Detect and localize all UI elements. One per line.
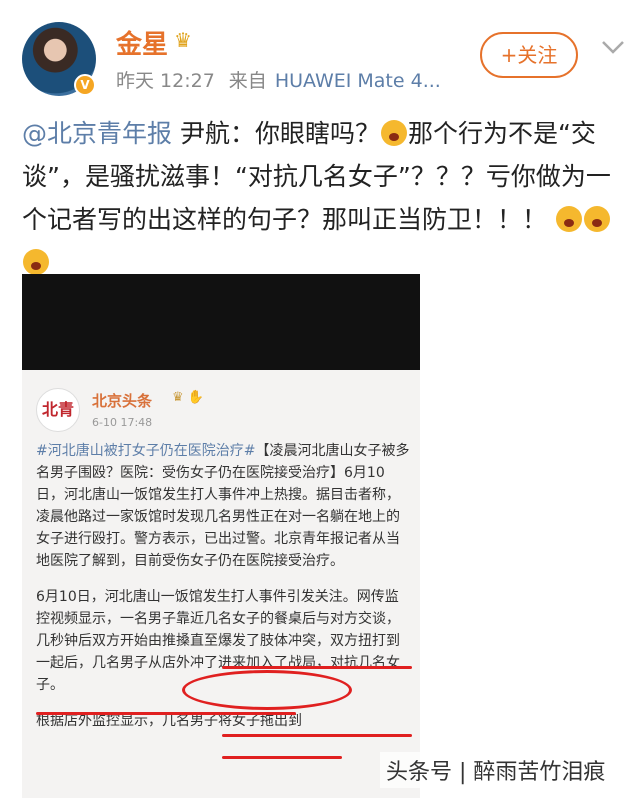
from-label: 来自 <box>228 70 267 92</box>
post-image[interactable]: 北青 北京头条 ♛ ✋ 6-10 17:48 #河北唐山被打女子仍在医院治疗#【… <box>22 274 420 798</box>
username[interactable]: 金星 <box>116 24 168 61</box>
red-underline-mark <box>36 712 296 715</box>
embedded-badges-icon: ♛ ✋ <box>172 390 204 405</box>
device-link[interactable]: HUAWEI Mate 4... <box>275 70 441 92</box>
red-circle-mark <box>182 670 352 710</box>
chevron-down-icon[interactable] <box>600 34 626 60</box>
redacted-bar <box>22 274 420 370</box>
embedded-time: 6-10 17:48 <box>92 416 153 429</box>
embedded-screenshot: 北青 北京头条 ♛ ✋ 6-10 17:48 #河北唐山被打女子仍在医院治疗#【… <box>22 370 420 798</box>
verified-badge-icon: V <box>74 74 96 96</box>
watermark: 头条号 | 醉雨苦竹泪痕 <box>380 752 612 788</box>
crown-icon: ♛ <box>174 28 192 52</box>
red-underline-mark <box>222 734 412 737</box>
post-header: V 金星 ♛ 昨天 12:27 来自 HUAWEI Mate 4... +关注 <box>0 0 640 110</box>
post-time: 昨天 12:27 <box>116 70 215 92</box>
mention-link[interactable]: @北京青年报 <box>22 119 172 148</box>
post-body: @北京青年报 尹航：你眼瞎吗？ 那个行为不是“交谈”，是骚扰滋事！“对抗几名女子”… <box>22 112 618 284</box>
angry-emoji-icon <box>555 206 582 232</box>
red-underline-mark <box>222 666 412 669</box>
post-meta: 昨天 12:27 来自 HUAWEI Mate 4... <box>116 66 441 93</box>
angry-emoji-icon <box>380 120 407 146</box>
red-underline-mark <box>222 756 342 759</box>
angry-emoji-icon <box>583 206 610 232</box>
embedded-name: 北京头条 <box>92 392 153 410</box>
embedded-para1: 【凌晨河北唐山女子被多名男子围殴？医院：受伤女子仍在医院接受治疗】6月10日，河… <box>36 443 410 569</box>
embedded-hashtag: #河北唐山被打女子仍在医院治疗# <box>36 443 256 459</box>
follow-button[interactable]: +关注 <box>480 32 578 78</box>
angry-emoji-icon <box>23 249 49 275</box>
embedded-avatar: 北青 <box>36 388 80 432</box>
post-text-main: 尹航：你眼瞎吗？ <box>172 119 380 148</box>
